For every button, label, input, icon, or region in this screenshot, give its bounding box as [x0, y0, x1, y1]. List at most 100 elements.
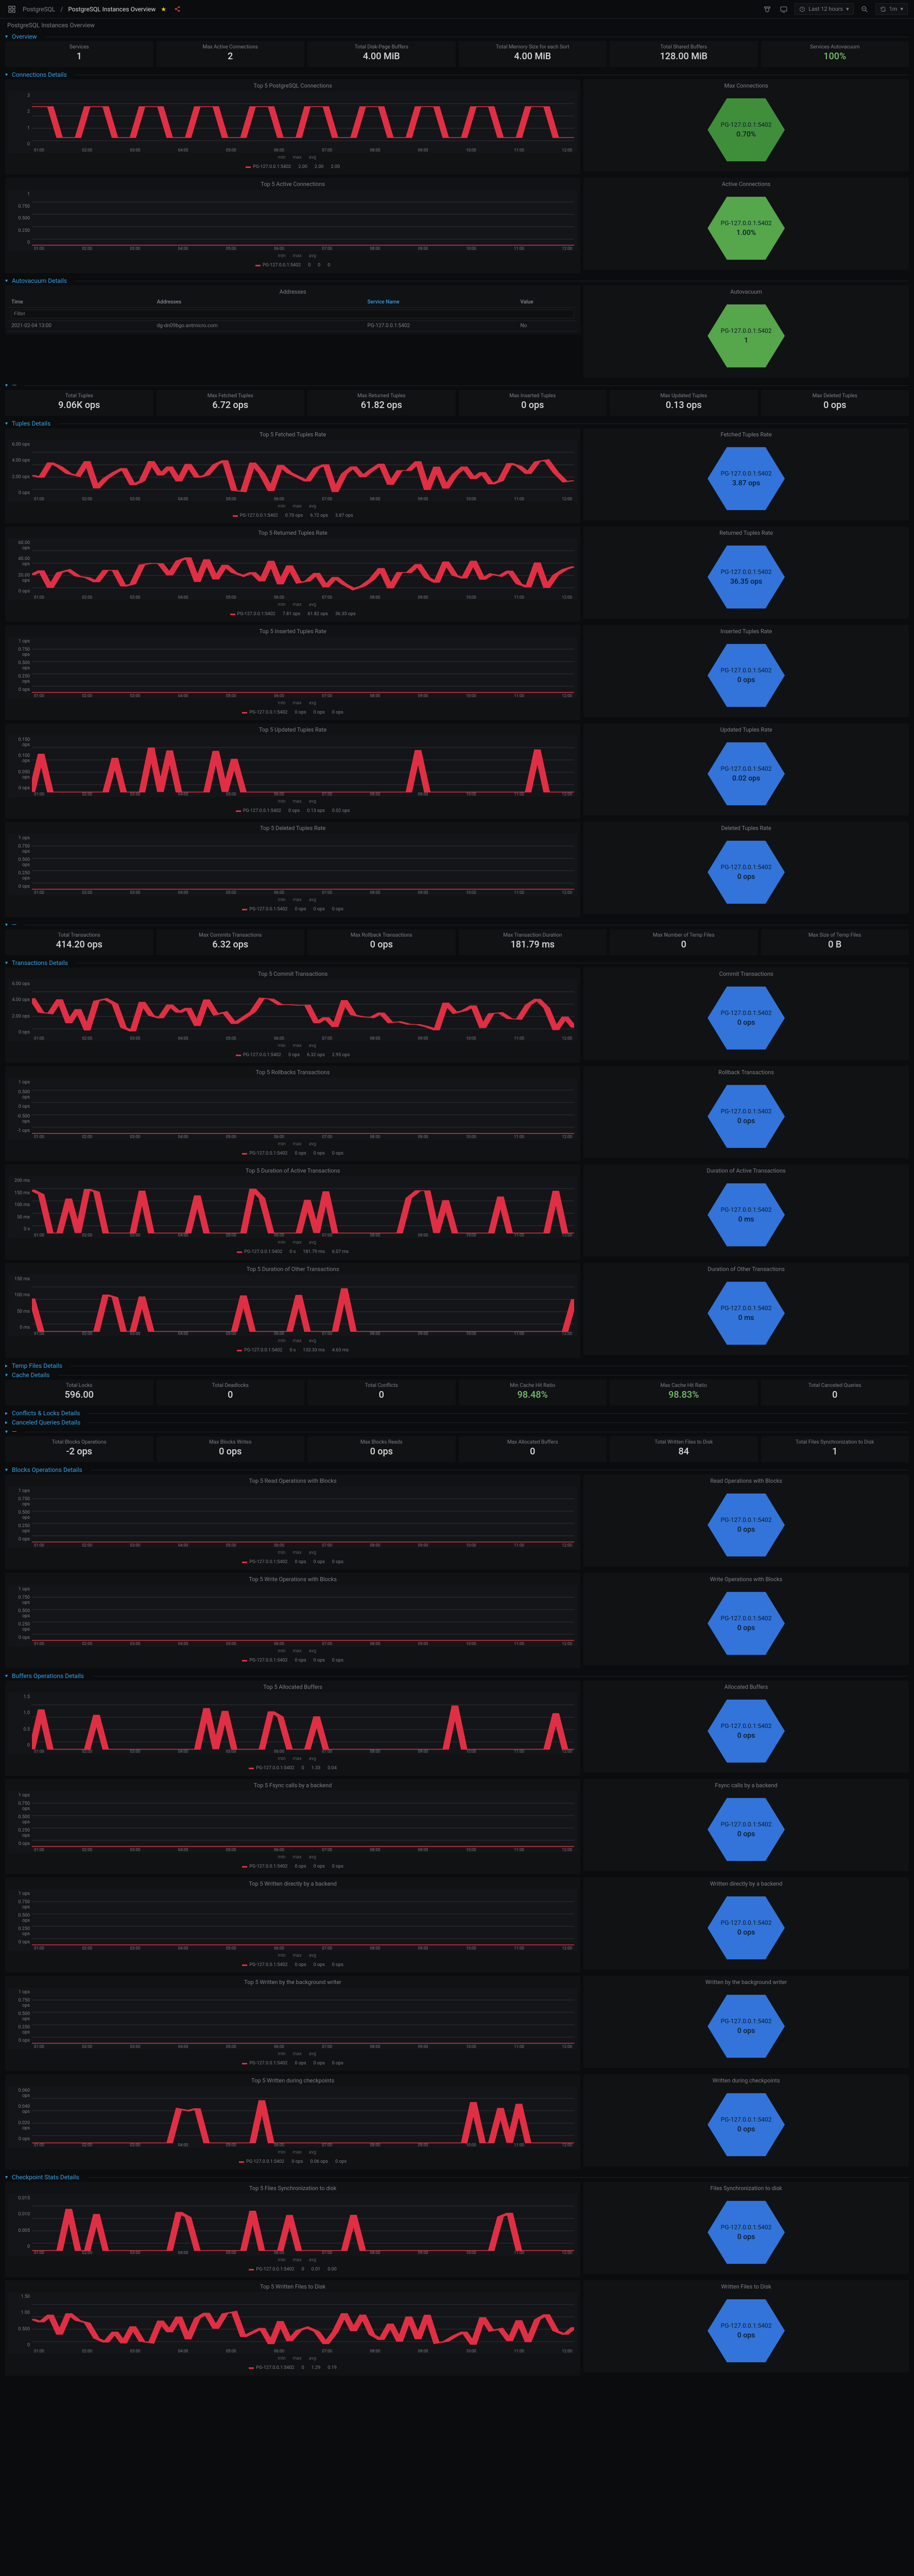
- hex-card[interactable]: Fsync calls by a backend PG-127.0.0.1:54…: [583, 1779, 909, 1871]
- hex-tile[interactable]: PG-127.0.0.1:5402 0 ops: [708, 1894, 785, 1961]
- hex-tile[interactable]: PG-127.0.0.1:5402 0 ops: [708, 2199, 785, 2266]
- chart-legend-row[interactable]: PG-127.0.0.1:5402 7.81 ops 61.82 ops 36.…: [8, 609, 577, 619]
- table-filter-input[interactable]: [11, 310, 574, 318]
- chart-plot[interactable]: 1.501.000.5000 01:0002:0003:0004:0005:00…: [8, 2292, 577, 2354]
- filter-icon[interactable]: [762, 4, 773, 15]
- chart-legend-row[interactable]: PG-127.0.0.1:5402 0 ops 0.13 ops 0.02 op…: [8, 806, 577, 816]
- stat-card[interactable]: Max Fetched Tuples 6.72 ops: [157, 390, 305, 416]
- chart-legend-row[interactable]: PG-127.0.0.1:5402 0 ops 0 ops 0 ops: [8, 1557, 577, 1567]
- hex-card[interactable]: Updated Tuples Rate PG-127.0.0.1:5402 0.…: [583, 723, 909, 816]
- hex-card[interactable]: Write Operations with Blocks PG-127.0.0.…: [583, 1573, 909, 1665]
- chart-plot[interactable]: 6.00 ops4.00 ops2.00 ops0 ops 01:0002:00…: [8, 979, 577, 1041]
- chart-legend-row[interactable]: PG-127.0.0.1:5402 0 1.29 0.19: [8, 2363, 577, 2372]
- stat-card[interactable]: Max Rollback Transactions 0 ops: [307, 929, 456, 955]
- chart-card[interactable]: Top 5 Written Files to Disk 1.501.000.50…: [5, 2280, 580, 2376]
- chart-legend-row[interactable]: PG-127.0.0.1:5402 0 ops 0.06 ops 0 ops: [8, 2157, 577, 2166]
- stat-card[interactable]: Max Allocated Buffers 0: [459, 1436, 607, 1462]
- stat-card[interactable]: Total Transactions 414.20 ops: [5, 929, 153, 955]
- hex-tile[interactable]: PG-127.0.0.1:5402 0 ops: [708, 1698, 785, 1765]
- hex-card[interactable]: Max Connections PG-127.0.0.1:5402 0.70%: [583, 79, 909, 172]
- chart-card[interactable]: Top 5 Returned Tuples Rate 60.00 ops40.0…: [5, 527, 580, 622]
- section-overview[interactable]: ▾ Overview: [0, 32, 914, 41]
- chart-card[interactable]: Top 5 Write Operations with Blocks 1 ops…: [5, 1573, 580, 1668]
- table-row[interactable]: 2021-02-04 13:00 dg-dn09bgo.antmicro.com…: [8, 321, 577, 331]
- chart-legend-row[interactable]: PG-127.0.0.1:5402 0 ops 0 ops 0 ops: [8, 1862, 577, 1871]
- chart-plot[interactable]: 3210 01:0002:0003:0004:0005:0006:0007:00…: [8, 91, 577, 153]
- breadcrumb-root[interactable]: PostgreSQL: [23, 6, 55, 13]
- hex-tile[interactable]: PG-127.0.0.1:5402 0 ops: [708, 1492, 785, 1558]
- chart-card[interactable]: Top 5 Duration of Other Transactions 150…: [5, 1263, 580, 1358]
- hex-card[interactable]: Deleted Tuples Rate PG-127.0.0.1:5402 0 …: [583, 822, 909, 914]
- section-conflicts[interactable]: ▸ Conflicts & Locks Details: [0, 1409, 914, 1418]
- hex-card[interactable]: Autovacuum PG-127.0.0.1:5402 1: [583, 285, 909, 378]
- hex-tile[interactable]: PG-127.0.0.1:5402 0 ms: [708, 1181, 785, 1248]
- hex-card[interactable]: Duration of Other Transactions PG-127.0.…: [583, 1263, 909, 1355]
- stat-card[interactable]: Total Deadlocks 0: [157, 1380, 305, 1405]
- chart-legend-row[interactable]: PG-127.0.0.1:5402 0 0 0: [8, 261, 577, 270]
- hex-tile[interactable]: PG-127.0.0.1:5402 0 ops: [708, 2091, 785, 2158]
- hex-tile[interactable]: PG-127.0.0.1:5402 0 ops: [708, 1796, 785, 1863]
- chart-legend-row[interactable]: PG-127.0.0.1:5402 0 s 181.79 ms 6.07 ms: [8, 1247, 577, 1257]
- chart-plot[interactable]: 10.7500.5000.2500 01:0002:0003:0004:0005…: [8, 190, 577, 251]
- chart-card[interactable]: Top 5 Read Operations with Blocks 1 ops0…: [5, 1475, 580, 1570]
- chart-card[interactable]: Top 5 Allocated Buffers 1.51.00.50 01:00…: [5, 1681, 580, 1776]
- share-icon[interactable]: [171, 4, 183, 15]
- stat-card[interactable]: Total Disk-Page Buffers 4.00 MiB: [307, 41, 456, 67]
- stat-card[interactable]: Services 1: [5, 41, 153, 67]
- hex-card[interactable]: Inserted Tuples Rate PG-127.0.0.1:5402 0…: [583, 625, 909, 717]
- chart-card[interactable]: Top 5 Deleted Tuples Rate 1 ops0.750 ops…: [5, 822, 580, 917]
- chart-plot[interactable]: 60.00 ops40.00 ops20.00 ops0 ops 01:0002…: [8, 538, 577, 600]
- chart-card[interactable]: Top 5 Fsync calls by a backend 1 ops0.75…: [5, 1779, 580, 1874]
- chart-legend-row[interactable]: PG-127.0.0.1:5402 0 ops 0 ops 0 ops: [8, 905, 577, 914]
- stat-card[interactable]: Total Shared Buffers 128.00 MiB: [610, 41, 758, 67]
- section-trans-details[interactable]: ▾ Transactions Details: [0, 958, 914, 968]
- stat-card[interactable]: Max Size of Temp Files 0 B: [761, 929, 909, 955]
- chart-plot[interactable]: 1 ops0.750 ops0.500 ops0.250 ops0 ops 01…: [8, 1791, 577, 1853]
- hex-tile[interactable]: PG-127.0.0.1:5402 0.02 ops: [708, 740, 785, 807]
- chart-legend-row[interactable]: PG-127.0.0.1:5402 0 ops 0 ops 0 ops: [8, 708, 577, 717]
- stat-card[interactable]: Min Cache Hit Ratio 98.48%: [459, 1380, 607, 1405]
- section-trans[interactable]: ▾ —: [0, 920, 914, 929]
- page-title[interactable]: PostgreSQL Instances Overview: [68, 6, 156, 13]
- chart-legend-row[interactable]: PG-127.0.0.1:5402 0.70 ops 6.72 ops 3.87…: [8, 511, 577, 520]
- chart-legend-row[interactable]: PG-127.0.0.1:5402 0 0.01 0.00: [8, 2265, 577, 2274]
- stat-card[interactable]: Max Blocks Reads 0 ops: [307, 1436, 456, 1462]
- hex-card[interactable]: Active Connections PG-127.0.0.1:5402 1.0…: [583, 178, 909, 270]
- chart-card[interactable]: Top 5 Commit Transactions 6.00 ops4.00 o…: [5, 968, 580, 1063]
- chart-legend-row[interactable]: PG-127.0.0.1:5402 0 ops 0 ops 0 ops: [8, 1960, 577, 1970]
- hex-card[interactable]: Allocated Buffers PG-127.0.0.1:5402 0 op…: [583, 1681, 909, 1773]
- chart-legend-row[interactable]: PG-127.0.0.1:5402 0 s 133.33 ms 4.63 ms: [8, 1346, 577, 1355]
- refresh-picker[interactable]: 1m ▾: [875, 3, 908, 15]
- chart-plot[interactable]: 1 ops0.750 ops0.500 ops0.250 ops0 ops 01…: [8, 637, 577, 699]
- chart-card[interactable]: Top 5 Files Synchronization to disk 0.01…: [5, 2182, 580, 2277]
- hex-tile[interactable]: PG-127.0.0.1:5402 0.70%: [708, 96, 785, 163]
- chart-card[interactable]: Top 5 Inserted Tuples Rate 1 ops0.750 op…: [5, 625, 580, 720]
- stat-card[interactable]: Services Autovacuum 100%: [761, 41, 909, 67]
- hex-card[interactable]: Written by the background writer PG-127.…: [583, 1976, 909, 2068]
- hex-tile[interactable]: PG-127.0.0.1:5402 0 ops: [708, 1590, 785, 1657]
- tv-icon[interactable]: [778, 4, 789, 15]
- hex-card[interactable]: Written directly by a backend PG-127.0.0…: [583, 1877, 909, 1970]
- chart-card[interactable]: Top 5 Updated Tuples Rate 0.150 ops0.100…: [5, 723, 580, 819]
- hex-card[interactable]: Read Operations with Blocks PG-127.0.0.1…: [583, 1475, 909, 1567]
- chart-card[interactable]: Top 5 Rollbacks Transactions 1 ops0.500 …: [5, 1066, 580, 1161]
- section-temp[interactable]: ▸ Temp Files Details: [0, 1361, 914, 1370]
- hex-card[interactable]: Written Files to Disk PG-127.0.0.1:5402 …: [583, 2280, 909, 2372]
- chart-plot[interactable]: 1.51.00.50 01:0002:0003:0004:0005:0006:0…: [8, 1692, 577, 1754]
- th-time[interactable]: Time: [8, 297, 154, 308]
- chart-legend-row[interactable]: PG-127.0.0.1:5402 0 1.33 0.04: [8, 1764, 577, 1773]
- hex-tile[interactable]: PG-127.0.0.1:5402 1: [708, 302, 785, 369]
- chart-plot[interactable]: 1 ops0.750 ops0.500 ops0.250 ops0 ops 01…: [8, 1988, 577, 2049]
- section-conn[interactable]: ▾ Connections Details: [0, 70, 914, 79]
- hex-tile[interactable]: PG-127.0.0.1:5402 0 ops: [708, 2297, 785, 2364]
- hex-tile[interactable]: PG-127.0.0.1:5402 1.00%: [708, 195, 785, 262]
- stat-card[interactable]: Max Inserted Tuples 0 ops: [459, 390, 607, 416]
- hex-card[interactable]: Files Synchronization to disk PG-127.0.0…: [583, 2182, 909, 2274]
- chart-legend-row[interactable]: PG-127.0.0.1:5402 0 ops 6.32 ops 2.95 op…: [8, 1050, 577, 1060]
- stat-card[interactable]: Max Returned Tuples 61.82 ops: [307, 390, 456, 416]
- chart-plot[interactable]: 6.00 ops4.00 ops2.00 ops0 ops 01:0002:00…: [8, 440, 577, 502]
- hex-card[interactable]: Duration of Active Transactions PG-127.0…: [583, 1164, 909, 1257]
- chart-plot[interactable]: 150 ms100 ms50 ms0 ms 01:0002:0003:0004:…: [8, 1275, 577, 1336]
- chart-card[interactable]: Top 5 Written directly by a backend 1 op…: [5, 1877, 580, 1973]
- stat-card[interactable]: Total Files Synchronization to Disk 1: [761, 1436, 909, 1462]
